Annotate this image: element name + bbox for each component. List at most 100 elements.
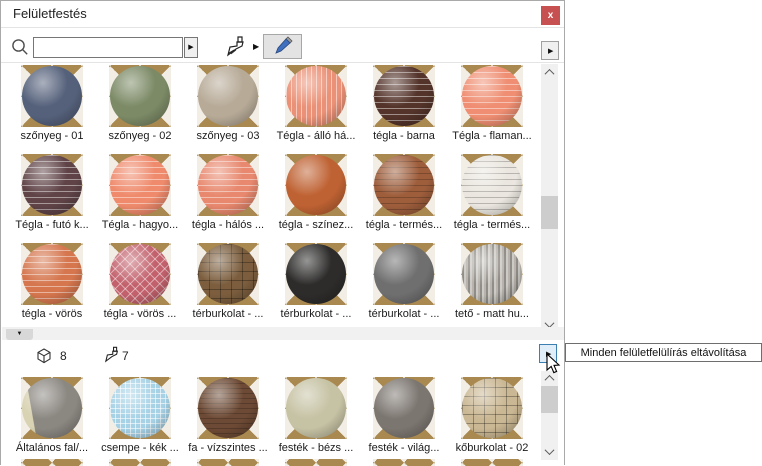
- eyedropper-button[interactable]: [263, 34, 302, 59]
- material-sphere: [110, 378, 170, 438]
- material-label: szőnyeg - 02: [108, 130, 172, 142]
- pane-divider: ▼: [2, 327, 564, 340]
- material-thumbnail: [197, 243, 259, 305]
- material-tile[interactable]: kőburkolat - 02: [448, 377, 536, 466]
- material-tile[interactable]: térburkolat - ...: [360, 243, 448, 332]
- brush-dropdown-caret-icon[interactable]: ▶: [253, 42, 259, 51]
- scrollbar-lower[interactable]: [541, 371, 558, 460]
- material-label: Általános fal/...: [15, 442, 89, 454]
- material-sphere: [198, 244, 258, 304]
- material-tile[interactable]: Tégla - hagyo...: [96, 154, 184, 243]
- scroll-down-button[interactable]: [541, 443, 558, 459]
- material-tile[interactable]: tégla - hálós ...: [184, 154, 272, 243]
- override-count: 7: [122, 349, 129, 363]
- material-tile[interactable]: fa - vízszintes ...: [184, 377, 272, 466]
- remove-all-overrides-button[interactable]: ▶: [539, 344, 557, 363]
- material-thumbnail: [21, 154, 83, 216]
- counter-row: 8 7 ▶: [2, 340, 564, 371]
- material-tile[interactable]: festék - bézs ...: [272, 377, 360, 466]
- material-tile[interactable]: tégla - termés...: [360, 154, 448, 243]
- material-thumbnail: [109, 154, 171, 216]
- material-thumbnail: [285, 154, 347, 216]
- material-label: térburkolat - ...: [280, 308, 352, 320]
- paintbrush-icon[interactable]: [223, 35, 249, 64]
- material-tile[interactable]: szőnyeg - 03: [184, 65, 272, 154]
- search-dropdown-button[interactable]: ▶: [184, 37, 198, 58]
- material-label: tégla - színez...: [278, 219, 354, 231]
- material-sphere: [462, 244, 522, 304]
- material-label: csempe - kék ...: [101, 442, 179, 454]
- material-label: Tégla - futó k...: [15, 219, 89, 231]
- material-thumbnail: [21, 65, 83, 127]
- material-sphere: [462, 378, 522, 438]
- scroll-thumb[interactable]: [541, 196, 558, 229]
- chevron-up-icon: [544, 374, 555, 385]
- material-thumbnail: [461, 377, 523, 439]
- material-sphere: [110, 66, 170, 126]
- material-tile[interactable]: tégla - vörös: [8, 243, 96, 332]
- material-tile[interactable]: tégla - barna: [360, 65, 448, 154]
- scroll-up-button[interactable]: [541, 64, 558, 80]
- material-tile[interactable]: tégla - vörös ...: [96, 243, 184, 332]
- material-tile[interactable]: térburkolat - ...: [184, 243, 272, 332]
- material-label: tégla - vörös ...: [103, 308, 177, 320]
- material-label: tégla - hálós ...: [191, 219, 265, 231]
- scrollbar-upper[interactable]: [541, 64, 558, 332]
- material-tile[interactable]: térburkolat - ...: [272, 243, 360, 332]
- material-sphere: [22, 378, 82, 438]
- material-label: fa - vízszintes ...: [188, 442, 268, 454]
- surface-count: 8: [60, 349, 67, 363]
- material-label: tégla - vörös: [21, 308, 83, 320]
- material-grid-upper: szőnyeg - 01 szőnyeg - 02 szőnyeg - 03 Tégl…: [8, 65, 536, 332]
- scroll-thumb[interactable]: [541, 386, 558, 413]
- material-sphere: [286, 244, 346, 304]
- window-title: Felületfestés: [13, 6, 87, 21]
- material-tile[interactable]: Tégla - futó k...: [8, 154, 96, 243]
- material-label: térburkolat - ...: [368, 308, 440, 320]
- material-label: tégla - termés...: [365, 219, 443, 231]
- material-sphere: [198, 155, 258, 215]
- material-tile[interactable]: Tégla - álló há...: [272, 65, 360, 154]
- material-sphere: [110, 244, 170, 304]
- search-icon: [10, 37, 30, 62]
- material-tile[interactable]: tégla - színez...: [272, 154, 360, 243]
- search-input[interactable]: [33, 37, 183, 58]
- material-thumbnail: [285, 65, 347, 127]
- collapse-handle[interactable]: ▼: [6, 329, 33, 340]
- material-tile[interactable]: tégla - termés...: [448, 154, 536, 243]
- material-sphere: [286, 66, 346, 126]
- material-thumbnail: [373, 65, 435, 127]
- panel-options-button[interactable]: ▶: [541, 41, 559, 60]
- material-thumbnail: [461, 65, 523, 127]
- material-label: tető - matt hu...: [455, 308, 529, 320]
- material-thumbnail: [109, 65, 171, 127]
- material-sphere: [198, 66, 258, 126]
- close-icon[interactable]: x: [541, 6, 560, 25]
- material-tile[interactable]: szőnyeg - 02: [96, 65, 184, 154]
- material-thumbnail: [21, 243, 83, 305]
- material-sphere: [22, 155, 82, 215]
- scroll-up-button[interactable]: [541, 371, 558, 385]
- material-sphere: [374, 378, 434, 438]
- material-thumbnail: [373, 243, 435, 305]
- material-thumbnail: [197, 377, 259, 439]
- material-sphere: [374, 66, 434, 126]
- material-sphere: [286, 155, 346, 215]
- material-tile[interactable]: Tégla - flaman...: [448, 65, 536, 154]
- material-tile[interactable]: csempe - kék ...: [96, 377, 184, 466]
- material-tile[interactable]: tető - matt hu...: [448, 243, 536, 332]
- material-sphere: [462, 155, 522, 215]
- material-tile[interactable]: Általános fal/...: [8, 377, 96, 466]
- chevron-up-icon: [544, 68, 555, 79]
- material-tile[interactable]: festék - világ...: [360, 377, 448, 466]
- material-thumbnail: [373, 154, 435, 216]
- material-thumbnail: [285, 243, 347, 305]
- material-tile[interactable]: szőnyeg - 01: [8, 65, 96, 154]
- material-label: festék - bézs ...: [278, 442, 354, 454]
- material-sphere: [22, 66, 82, 126]
- material-sphere: [462, 66, 522, 126]
- material-grid-lower: Általános fal/... csempe - kék ... fa - ví…: [8, 377, 536, 466]
- material-label: térburkolat - ...: [192, 308, 264, 320]
- material-thumbnail: [21, 377, 83, 439]
- material-label: Tégla - hagyo...: [101, 219, 179, 231]
